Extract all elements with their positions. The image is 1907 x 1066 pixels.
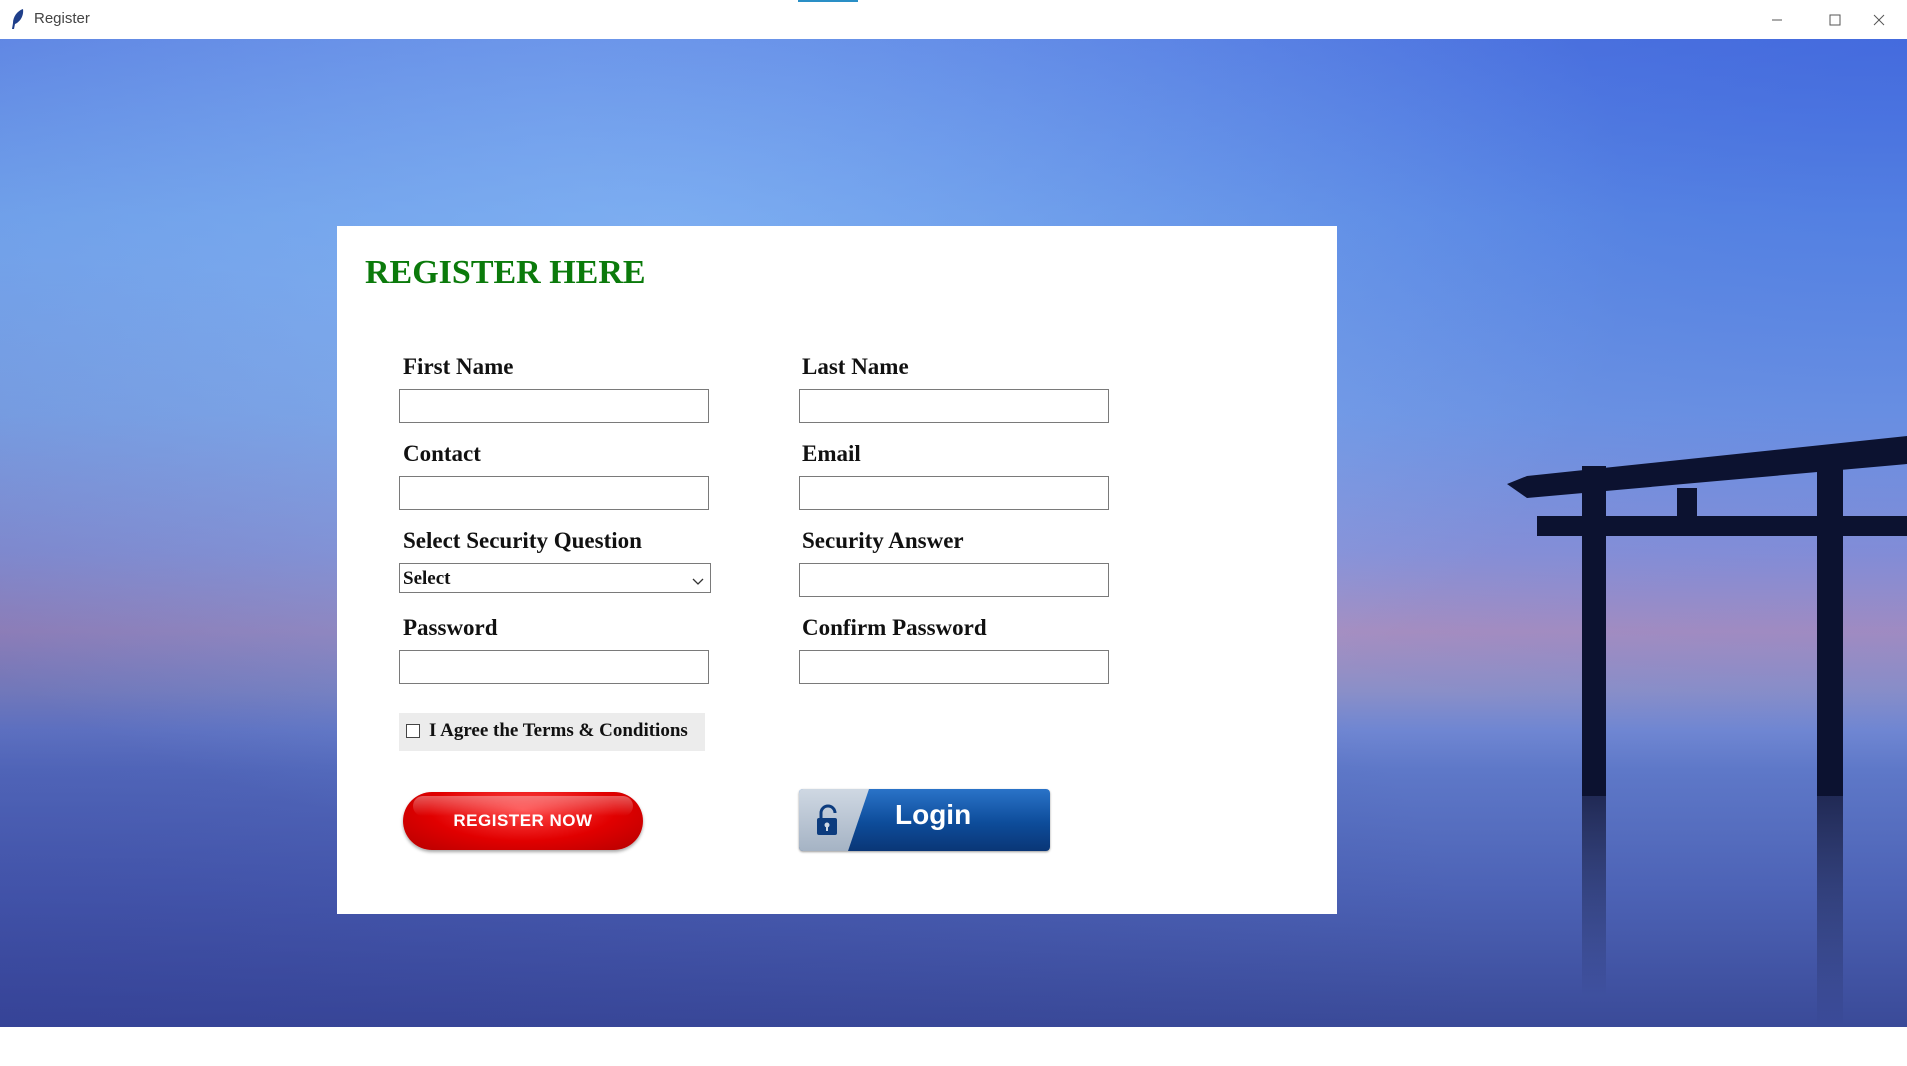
- agree-checkbox[interactable]: [406, 724, 420, 738]
- security-answer-label: Security Answer: [802, 528, 964, 553]
- window-title: Register: [34, 10, 90, 27]
- security-question-label: Select Security Question: [403, 528, 642, 553]
- confirm-password-label: Confirm Password: [802, 615, 987, 640]
- title-bar: Register: [0, 0, 1907, 40]
- login-label: Login: [895, 799, 972, 830]
- contact-label: Contact: [403, 441, 481, 466]
- email-field[interactable]: [799, 476, 1109, 510]
- title-accent: [798, 0, 858, 2]
- minimize-button[interactable]: [1749, 0, 1805, 39]
- agree-label: I Agree the Terms & Conditions: [429, 720, 688, 741]
- torii-gate-image: [1507, 436, 1907, 1026]
- contact-field[interactable]: [399, 476, 709, 510]
- register-now-button[interactable]: REGISTER NOW: [403, 792, 643, 850]
- last-name-field[interactable]: [799, 389, 1109, 423]
- login-button[interactable]: Login: [799, 789, 1050, 851]
- minimize-icon: [1772, 19, 1782, 20]
- security-question-select[interactable]: Select: [399, 563, 711, 593]
- email-label: Email: [802, 441, 861, 466]
- register-now-label: REGISTER NOW: [453, 811, 593, 830]
- password-label: Password: [403, 615, 498, 640]
- page-title: REGISTER HERE: [365, 254, 646, 291]
- last-name-label: Last Name: [802, 354, 909, 379]
- chevron-down-icon: [692, 573, 704, 591]
- feather-icon: [10, 8, 26, 30]
- password-field[interactable]: [399, 650, 709, 684]
- first-name-label: First Name: [403, 354, 514, 379]
- close-button[interactable]: [1851, 0, 1907, 39]
- agree-checkbox-row[interactable]: I Agree the Terms & Conditions: [399, 713, 705, 751]
- security-question-value: Select: [403, 568, 451, 589]
- unlock-icon: [815, 804, 841, 841]
- close-icon: [1873, 14, 1885, 25]
- maximize-icon: [1829, 14, 1841, 25]
- confirm-password-field[interactable]: [799, 650, 1109, 684]
- register-card: REGISTER HERE First Name Last Name Conta…: [337, 226, 1337, 914]
- first-name-field[interactable]: [399, 389, 709, 423]
- security-answer-field[interactable]: [799, 563, 1109, 597]
